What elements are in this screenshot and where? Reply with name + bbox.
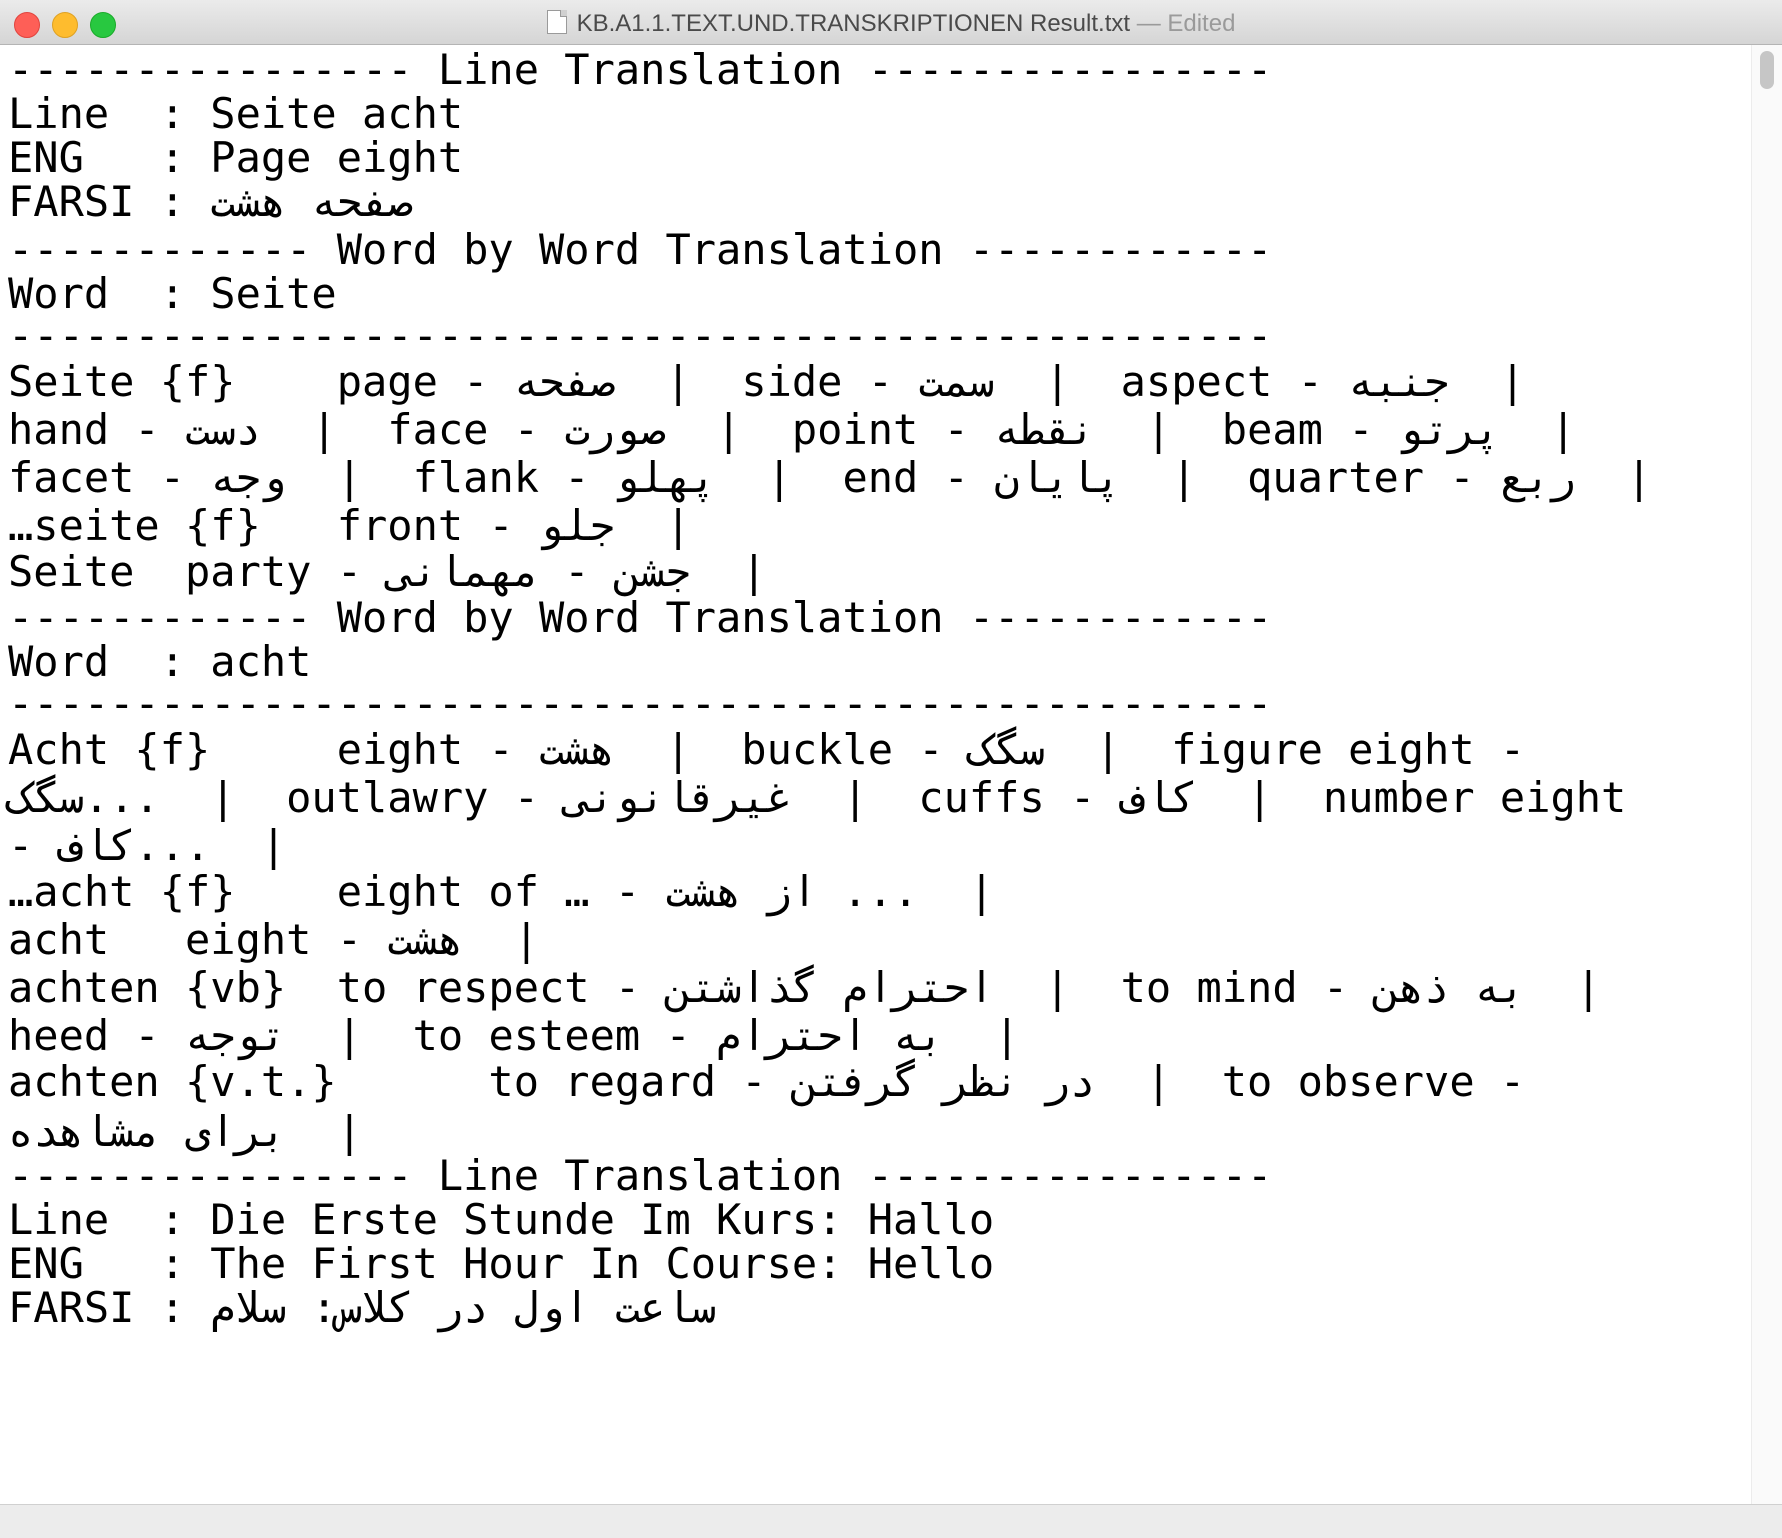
text-line: ----------------------------------------… <box>8 311 1273 360</box>
text-area[interactable]: ---------------- Line Translation ------… <box>0 45 1752 1505</box>
text-line: Seite {f} page - صفحه | side - سمت | asp… <box>8 357 1526 406</box>
window-title-text: KB.A1.1.TEXT.UND.TRANSKRIPTIONEN Result.… <box>576 10 1131 37</box>
text-line: Acht {f} eight - هشت | buckle - سگک | fi… <box>8 725 1526 774</box>
text-line: ENG : Page eight <box>8 133 464 182</box>
title-bar[interactable]: KB.A1.1.TEXT.UND.TRANSKRIPTIONEN Result.… <box>0 0 1782 45</box>
text-line: Seite party - جشن - مهمانی | <box>8 547 767 596</box>
text-line: ENG : The First Hour In Course: Hello <box>8 1239 995 1288</box>
text-line: achten {vb} to respect - احترام گذاشتن |… <box>8 963 1602 1012</box>
text-line: achten {v.t.} to regard - در نظر گرفتن |… <box>8 1057 1526 1106</box>
text-line: …acht {f} eight of … - از هشت ... | <box>8 867 995 916</box>
window-title: KB.A1.1.TEXT.UND.TRANSKRIPTIONEN Result.… <box>0 10 1782 38</box>
document-icon <box>546 10 567 34</box>
window-bottom-edge <box>0 1504 1782 1538</box>
text-line: سگک... | outlawry - غیرقانونی | cuffs - … <box>8 773 1627 822</box>
text-line: FARSI : ساعت اول در کلاس: سلام <box>8 1283 717 1332</box>
text-line: facet - وجه | flank - پهلو | end - پایان… <box>8 453 1652 502</box>
text-line: …seite {f} front - جلو | <box>8 501 691 550</box>
text-editor-window: KB.A1.1.TEXT.UND.TRANSKRIPTIONEN Result.… <box>0 0 1782 1538</box>
text-line: ------------ Word by Word Translation --… <box>8 225 1273 274</box>
text-line: ---------------- Line Translation ------… <box>8 45 1273 94</box>
text-line: ------------ Word by Word Translation --… <box>8 593 1273 642</box>
text-line: FARSI : صفحه هشت <box>8 177 413 226</box>
text-line: heed - توجه | to esteem - به احترام | <box>8 1011 1020 1060</box>
text-line: Line : Die Erste Stunde Im Kurs: Hallo <box>8 1195 995 1244</box>
text-line: برای مشاهده | <box>8 1107 363 1156</box>
text-line: Line : Seite acht <box>8 89 464 138</box>
scroll-thumb[interactable] <box>1760 51 1774 89</box>
text-line: hand - دست | face - صورت | point - نقطه … <box>8 405 1576 454</box>
vertical-scrollbar[interactable] <box>1751 45 1782 1505</box>
text-line: ----------------------------------------… <box>8 679 1273 728</box>
text-line: ---------------- Line Translation ------… <box>8 1151 1273 1200</box>
text-line: - کاف... | <box>8 821 287 870</box>
text-line: acht eight - هشت | <box>8 915 540 964</box>
edited-status: — Edited <box>1136 10 1236 37</box>
